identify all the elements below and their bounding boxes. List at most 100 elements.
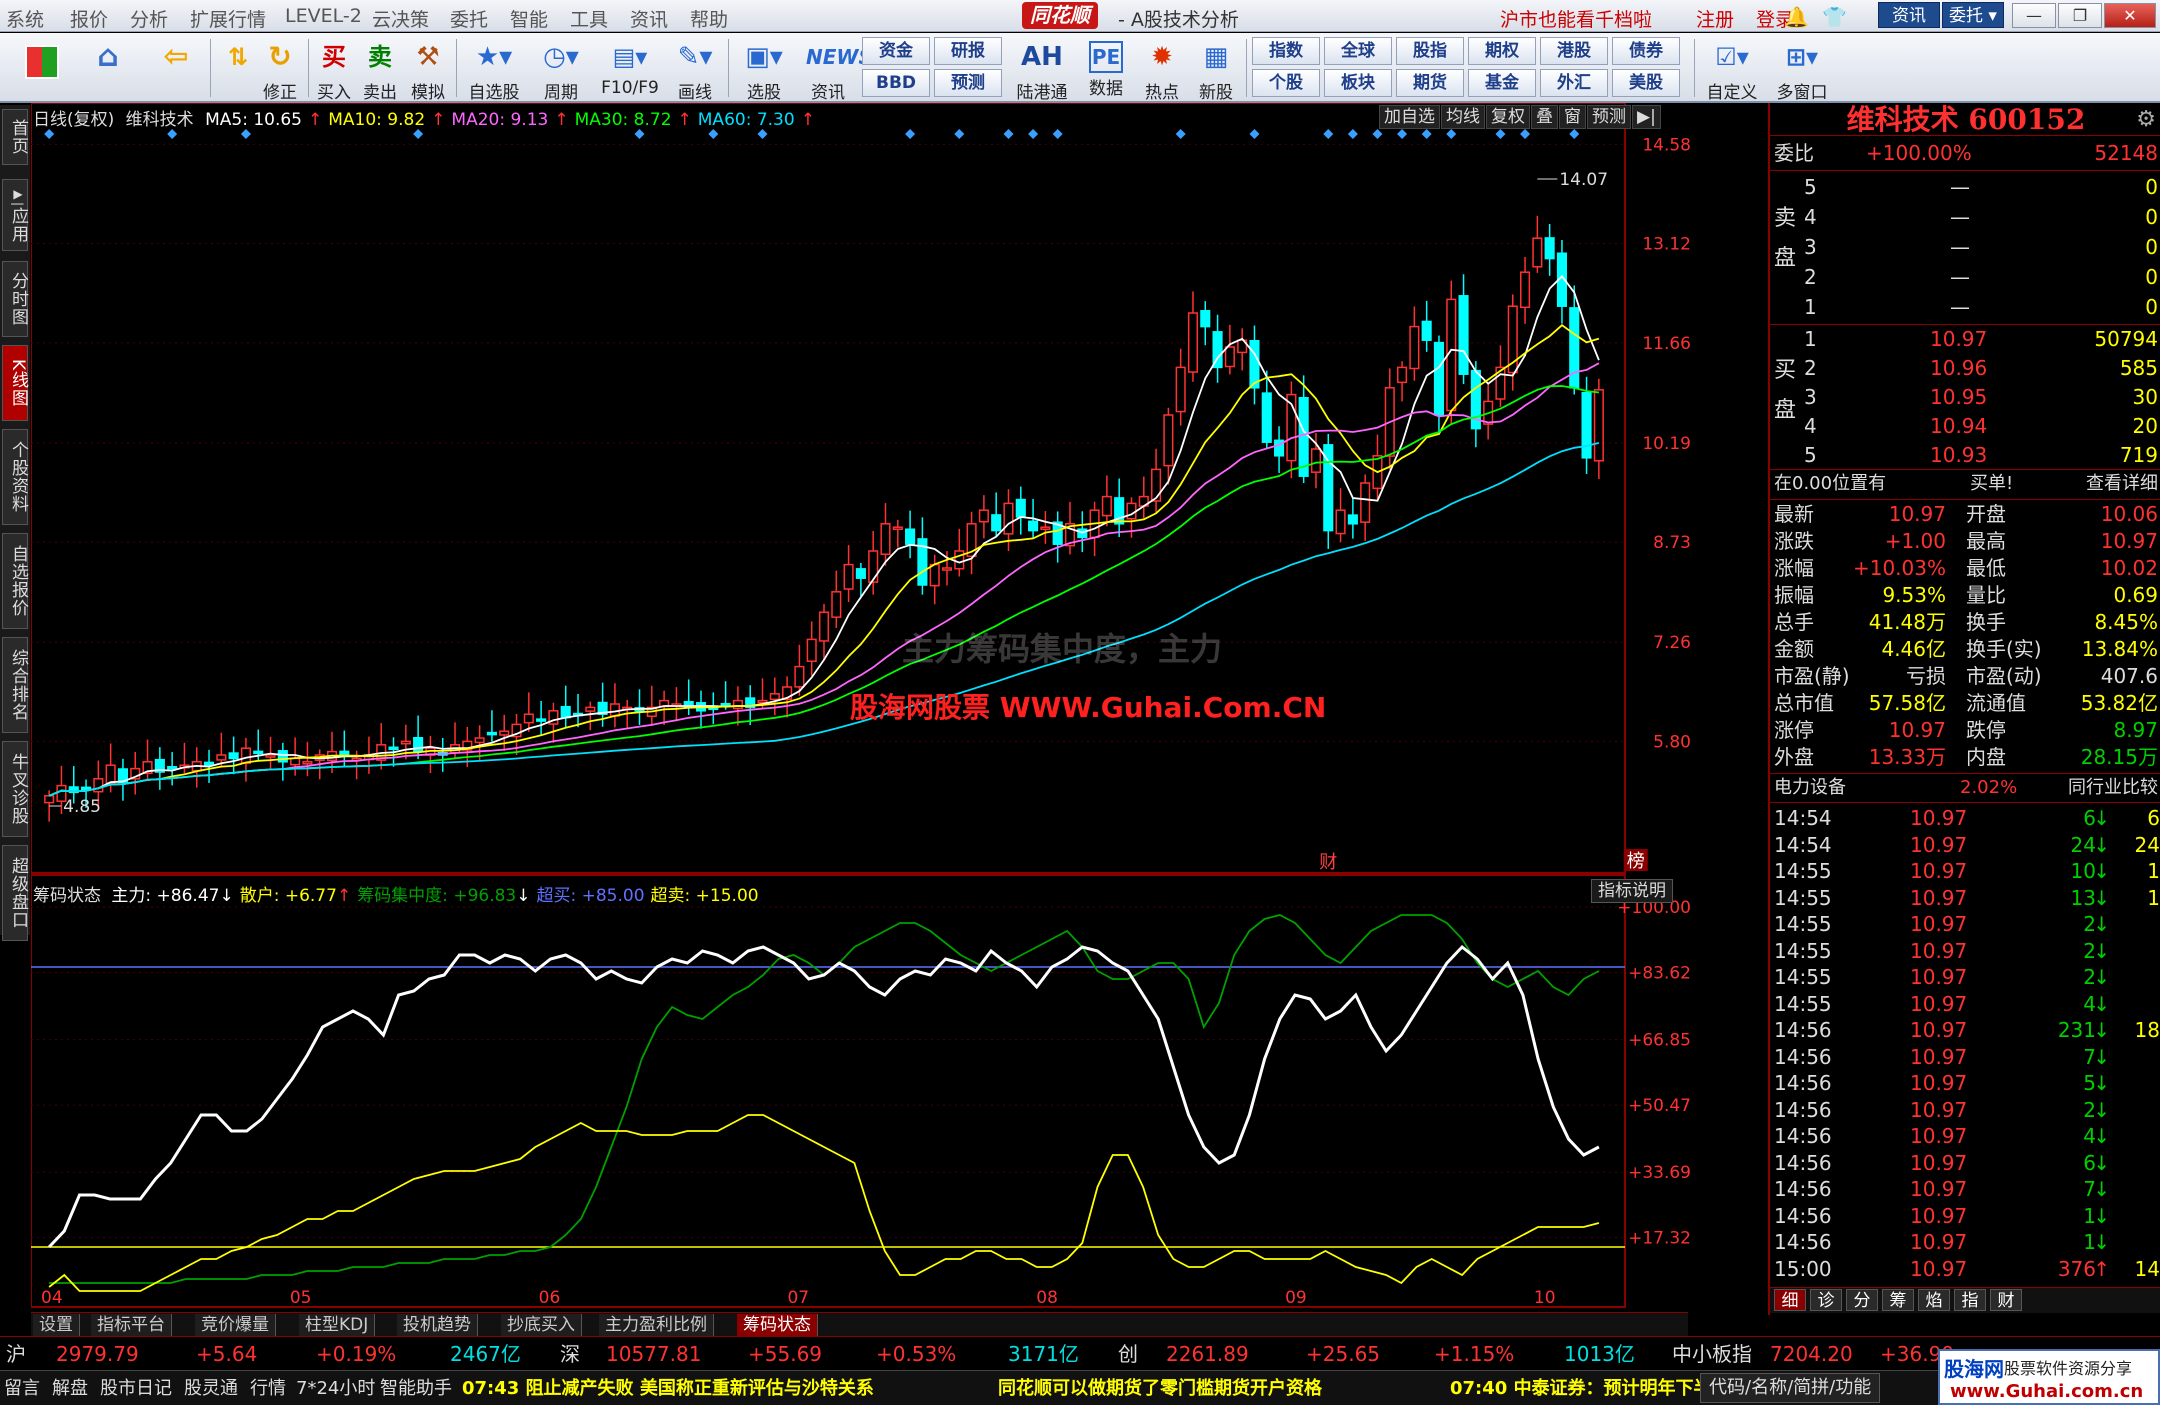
tb-data[interactable]: PE 数据: [1080, 35, 1132, 101]
menu-system[interactable]: 系统: [6, 5, 44, 32]
info-diamond-icon[interactable]: [757, 129, 768, 139]
info-diamond-icon[interactable]: [905, 129, 916, 139]
menu-smart[interactable]: 智能: [510, 5, 548, 32]
menu-level2[interactable]: LEVEL-2: [285, 5, 362, 27]
indicator-tab-3[interactable]: 柱型KDJ: [299, 1314, 376, 1336]
tab-apps[interactable]: ▶|应用: [2, 179, 28, 251]
close-button[interactable]: ✕: [2104, 3, 2156, 28]
info-diamond-icon[interactable]: [413, 129, 424, 139]
hk-stock-button[interactable]: 港股: [1540, 37, 1608, 65]
forecast-button[interactable]: 预测: [934, 69, 1002, 97]
fund-market-button[interactable]: 基金: [1468, 69, 1536, 97]
kline-control-3[interactable]: 叠: [1531, 105, 1558, 129]
menu-quote[interactable]: 报价: [70, 5, 108, 32]
buy-level-row[interactable]: 5 10.93 719: [1770, 441, 2160, 470]
sell-level-row[interactable]: 3—0: [1770, 233, 2160, 262]
info-diamond-icon[interactable]: [634, 129, 645, 139]
finance-marker[interactable]: 财: [1319, 852, 1337, 873]
status-247[interactable]: 7*24小时: [296, 1371, 375, 1405]
info-diamond-icon[interactable]: [708, 129, 719, 139]
status-diary[interactable]: 股市日记: [100, 1371, 172, 1405]
tb-hk-connect[interactable]: AH 陆港通: [1010, 35, 1074, 103]
tab-stock-profile[interactable]: 个股资料: [2, 429, 28, 525]
menu-cloud[interactable]: 云决策: [372, 5, 429, 32]
buy-level-row[interactable]: 4 10.94 20: [1770, 412, 2160, 441]
tb-updown[interactable]: ⇅: [216, 35, 260, 101]
indicator-tab-1[interactable]: 指标平台: [91, 1314, 172, 1336]
tb-home[interactable]: ⌂: [80, 35, 136, 101]
indicator-tab-4[interactable]: 投机趋势: [397, 1314, 478, 1336]
info-diamond-icon[interactable]: [954, 129, 965, 139]
ranking-marker[interactable]: 榜: [1627, 851, 1645, 872]
info-diamond-icon[interactable]: [240, 129, 251, 139]
stock-index-button[interactable]: 股指: [1396, 37, 1464, 65]
tb-hot[interactable]: ✹ 热点: [1136, 35, 1188, 103]
minimize-button[interactable]: —: [2012, 3, 2056, 28]
menu-ext-quote[interactable]: 扩展行情: [190, 5, 266, 32]
tb-sell[interactable]: 卖 卖出: [358, 35, 402, 103]
tab-home[interactable]: 首页: [2, 109, 28, 165]
global-button[interactable]: 全球: [1324, 37, 1392, 65]
tb-f10[interactable]: ▤▾ F10/F9: [596, 35, 664, 101]
news-ticker-1[interactable]: 07:43 阻止减产失败 美国称正重新评估与沙特关系: [462, 1371, 874, 1405]
sz-index[interactable]: 10577.81: [606, 1337, 701, 1371]
info-diamond-icon[interactable]: [1052, 129, 1063, 139]
indicator-tab-6[interactable]: 主力盈利比例: [599, 1314, 714, 1336]
buy-level-row[interactable]: 1 10.97 50794: [1770, 325, 2160, 354]
menu-trade[interactable]: 委托: [450, 5, 488, 32]
kline-control-5[interactable]: 预测: [1587, 105, 1631, 129]
menu-analysis[interactable]: 分析: [130, 5, 168, 32]
menu-info[interactable]: 资讯: [630, 5, 668, 32]
menu-help[interactable]: 帮助: [690, 5, 728, 32]
indicator-tab-7[interactable]: 筹码状态: [737, 1314, 818, 1336]
sh-index[interactable]: 2979.79: [56, 1337, 139, 1371]
menu-tools[interactable]: 工具: [570, 5, 608, 32]
right-tab-4[interactable]: 焰: [1918, 1289, 1950, 1311]
tab-timeshare[interactable]: 分时图: [2, 261, 28, 337]
sector-button[interactable]: 板块: [1324, 69, 1392, 97]
right-tab-0[interactable]: 细: [1774, 1289, 1806, 1311]
info-diamond-icon[interactable]: [1249, 129, 1260, 139]
research-button[interactable]: 研报: [934, 37, 1002, 65]
cy-index[interactable]: 2261.89: [1166, 1337, 1249, 1371]
kline-control-6[interactable]: ▶|: [1632, 105, 1661, 129]
bond-button[interactable]: 债券: [1612, 37, 1680, 65]
sell-level-row[interactable]: 4—0: [1770, 203, 2160, 232]
zx-index[interactable]: 7204.20: [1770, 1337, 1853, 1371]
info-diamond-icon[interactable]: [167, 129, 178, 139]
info-diamond-icon[interactable]: [1323, 129, 1334, 139]
fund-button[interactable]: 资金: [862, 37, 930, 65]
tb-draw[interactable]: ✎▾ 画线: [666, 35, 724, 103]
promo-link[interactable]: 沪市也能看千档啦: [1500, 5, 1652, 32]
status-assistant[interactable]: 智能助手: [380, 1371, 452, 1405]
kline-control-4[interactable]: 窗: [1559, 105, 1586, 129]
trade-dropdown-button[interactable]: 委托 ▾: [1942, 2, 2004, 28]
info-diamond-icon[interactable]: [1347, 129, 1358, 139]
tb-custom[interactable]: ☑▾ 自定义: [1700, 35, 1764, 103]
us-stock-button[interactable]: 美股: [1612, 69, 1680, 97]
indicator-tab-5[interactable]: 抄底买入: [501, 1314, 582, 1336]
code-search-input[interactable]: 代码/名称/简拼/功能: [1700, 1373, 1881, 1403]
tab-diagnosis[interactable]: 牛叉诊股: [2, 741, 28, 837]
shirt-icon[interactable]: 👕: [1822, 5, 1847, 29]
tb-multi-window[interactable]: ⊞▾ 多窗口: [1770, 35, 1834, 103]
tab-ranking[interactable]: 综合排名: [2, 637, 28, 733]
tb-buy[interactable]: 买 买入: [312, 35, 356, 103]
register-link[interactable]: 注册: [1696, 5, 1734, 32]
right-tab-3[interactable]: 筹: [1882, 1289, 1914, 1311]
right-tab-5[interactable]: 指: [1954, 1289, 1986, 1311]
tb-color-grid[interactable]: [14, 35, 70, 101]
tb-watchlist[interactable]: ★▾ 自选股: [462, 35, 526, 103]
indicator-tab-2[interactable]: 竞价爆量: [195, 1314, 276, 1336]
forex-button[interactable]: 外汇: [1540, 69, 1608, 97]
tb-fix[interactable]: ↻ 修正: [255, 35, 305, 103]
news-ticker-3[interactable]: 07:40 中泰证券：预计明年下半年: [1450, 1371, 1730, 1405]
kline-control-0[interactable]: 加自选: [1379, 105, 1440, 129]
info-diamond-icon[interactable]: [1028, 129, 1039, 139]
tab-super-board[interactable]: 超级盘口: [2, 845, 28, 941]
status-comment[interactable]: 解盘: [52, 1371, 88, 1405]
sell-level-row[interactable]: 2—0: [1770, 263, 2160, 292]
tab-watch-quote[interactable]: 自选报价: [2, 533, 28, 629]
options-button[interactable]: 期权: [1468, 37, 1536, 65]
status-stock-link[interactable]: 股灵通: [184, 1371, 238, 1405]
